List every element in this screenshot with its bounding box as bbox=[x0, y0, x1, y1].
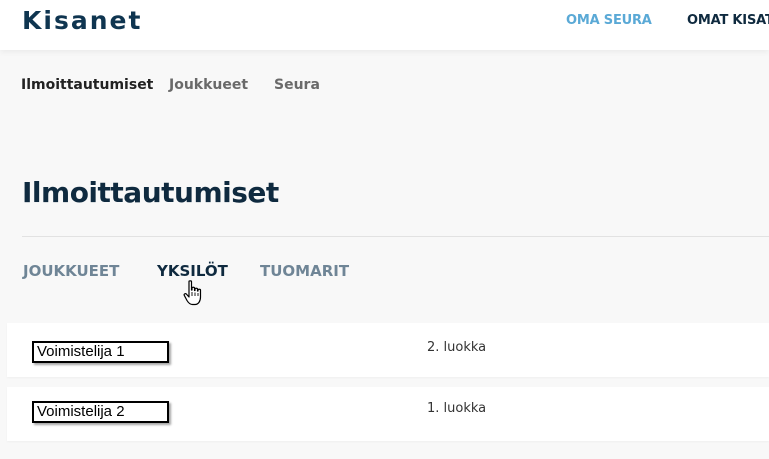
subnav-ilmoittautumiset[interactable]: Ilmoittautumiset bbox=[21, 77, 153, 93]
title-divider bbox=[22, 236, 769, 237]
main-content: Ilmoittautumiset JOUKKUEET YKSILÖT TUOMA… bbox=[0, 120, 769, 459]
list-item[interactable]: Voimistelija 2 1. luokka bbox=[7, 387, 769, 441]
tab-joukkueet[interactable]: JOUKKUEET bbox=[23, 262, 119, 280]
sub-navigation: Ilmoittautumiset Joukkueet Seura bbox=[0, 50, 769, 120]
top-header: Kisanet OMA SEURA OMAT KISAT bbox=[0, 0, 769, 50]
subnav-seura[interactable]: Seura bbox=[274, 77, 320, 93]
gymnast-name: Voimistelija 2 bbox=[32, 401, 169, 423]
gymnast-class: 1. luokka bbox=[427, 401, 487, 416]
page-title: Ilmoittautumiset bbox=[22, 176, 279, 209]
kisanet-logo[interactable]: Kisanet bbox=[22, 6, 142, 35]
gymnast-class: 2. luokka bbox=[427, 340, 487, 355]
topnav-oma-seura[interactable]: OMA SEURA bbox=[566, 13, 652, 28]
topnav-omat-kisat[interactable]: OMAT KISAT bbox=[687, 13, 769, 28]
hand-pointer-icon bbox=[183, 280, 202, 306]
gymnast-name: Voimistelija 1 bbox=[32, 341, 169, 363]
list-item[interactable]: Voimistelija 1 2. luokka bbox=[7, 323, 769, 377]
tab-yksilot[interactable]: YKSILÖT bbox=[157, 262, 228, 280]
subnav-joukkueet[interactable]: Joukkueet bbox=[169, 77, 248, 93]
tab-tuomarit[interactable]: TUOMARIT bbox=[260, 262, 349, 280]
